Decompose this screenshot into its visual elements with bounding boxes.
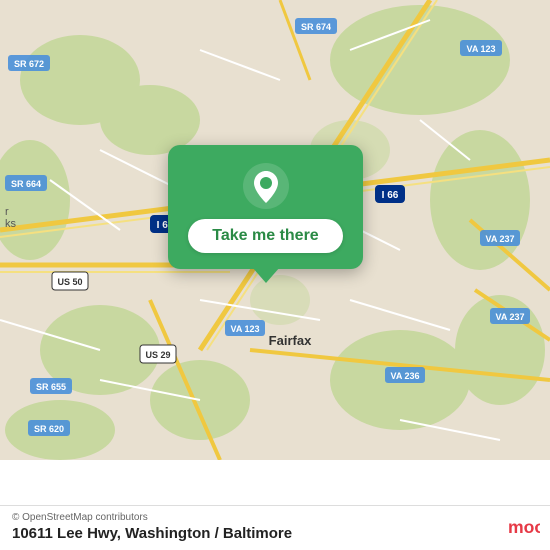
svg-text:SR 674: SR 674 [301, 22, 331, 32]
svg-text:SR 655: SR 655 [36, 382, 66, 392]
svg-text:US 29: US 29 [145, 350, 170, 360]
moovit-logo: moovit [508, 510, 540, 542]
svg-text:US 50: US 50 [57, 277, 82, 287]
popup-card: Take me there [168, 145, 363, 269]
map-container: SR 672 SR 664 VA 123 SR 674 I 66 I 66 US… [0, 0, 550, 550]
take-me-there-button[interactable]: Take me there [188, 219, 343, 253]
svg-text:I 66: I 66 [382, 190, 399, 201]
svg-text:moovit: moovit [508, 517, 540, 537]
address-line: 10611 Lee Hwy, Washington / Baltimore [12, 525, 292, 542]
moovit-logo-svg: moovit [508, 510, 540, 542]
svg-text:VA 237: VA 237 [485, 234, 514, 244]
svg-text:ks: ks [5, 218, 17, 230]
svg-text:VA 123: VA 123 [230, 324, 259, 334]
svg-text:SR 672: SR 672 [14, 59, 44, 69]
svg-text:r: r [5, 206, 9, 218]
svg-text:SR 620: SR 620 [34, 424, 64, 434]
svg-text:VA 123: VA 123 [466, 44, 495, 54]
svg-text:VA 236: VA 236 [390, 371, 419, 381]
map-attribution: © OpenStreetMap contributors [12, 512, 538, 523]
svg-text:VA 237: VA 237 [495, 312, 524, 322]
svg-text:SR 664: SR 664 [11, 179, 41, 189]
svg-text:Fairfax: Fairfax [269, 333, 312, 348]
location-pin-icon [243, 163, 289, 209]
bottom-info-bar: © OpenStreetMap contributors 10611 Lee H… [0, 505, 550, 550]
